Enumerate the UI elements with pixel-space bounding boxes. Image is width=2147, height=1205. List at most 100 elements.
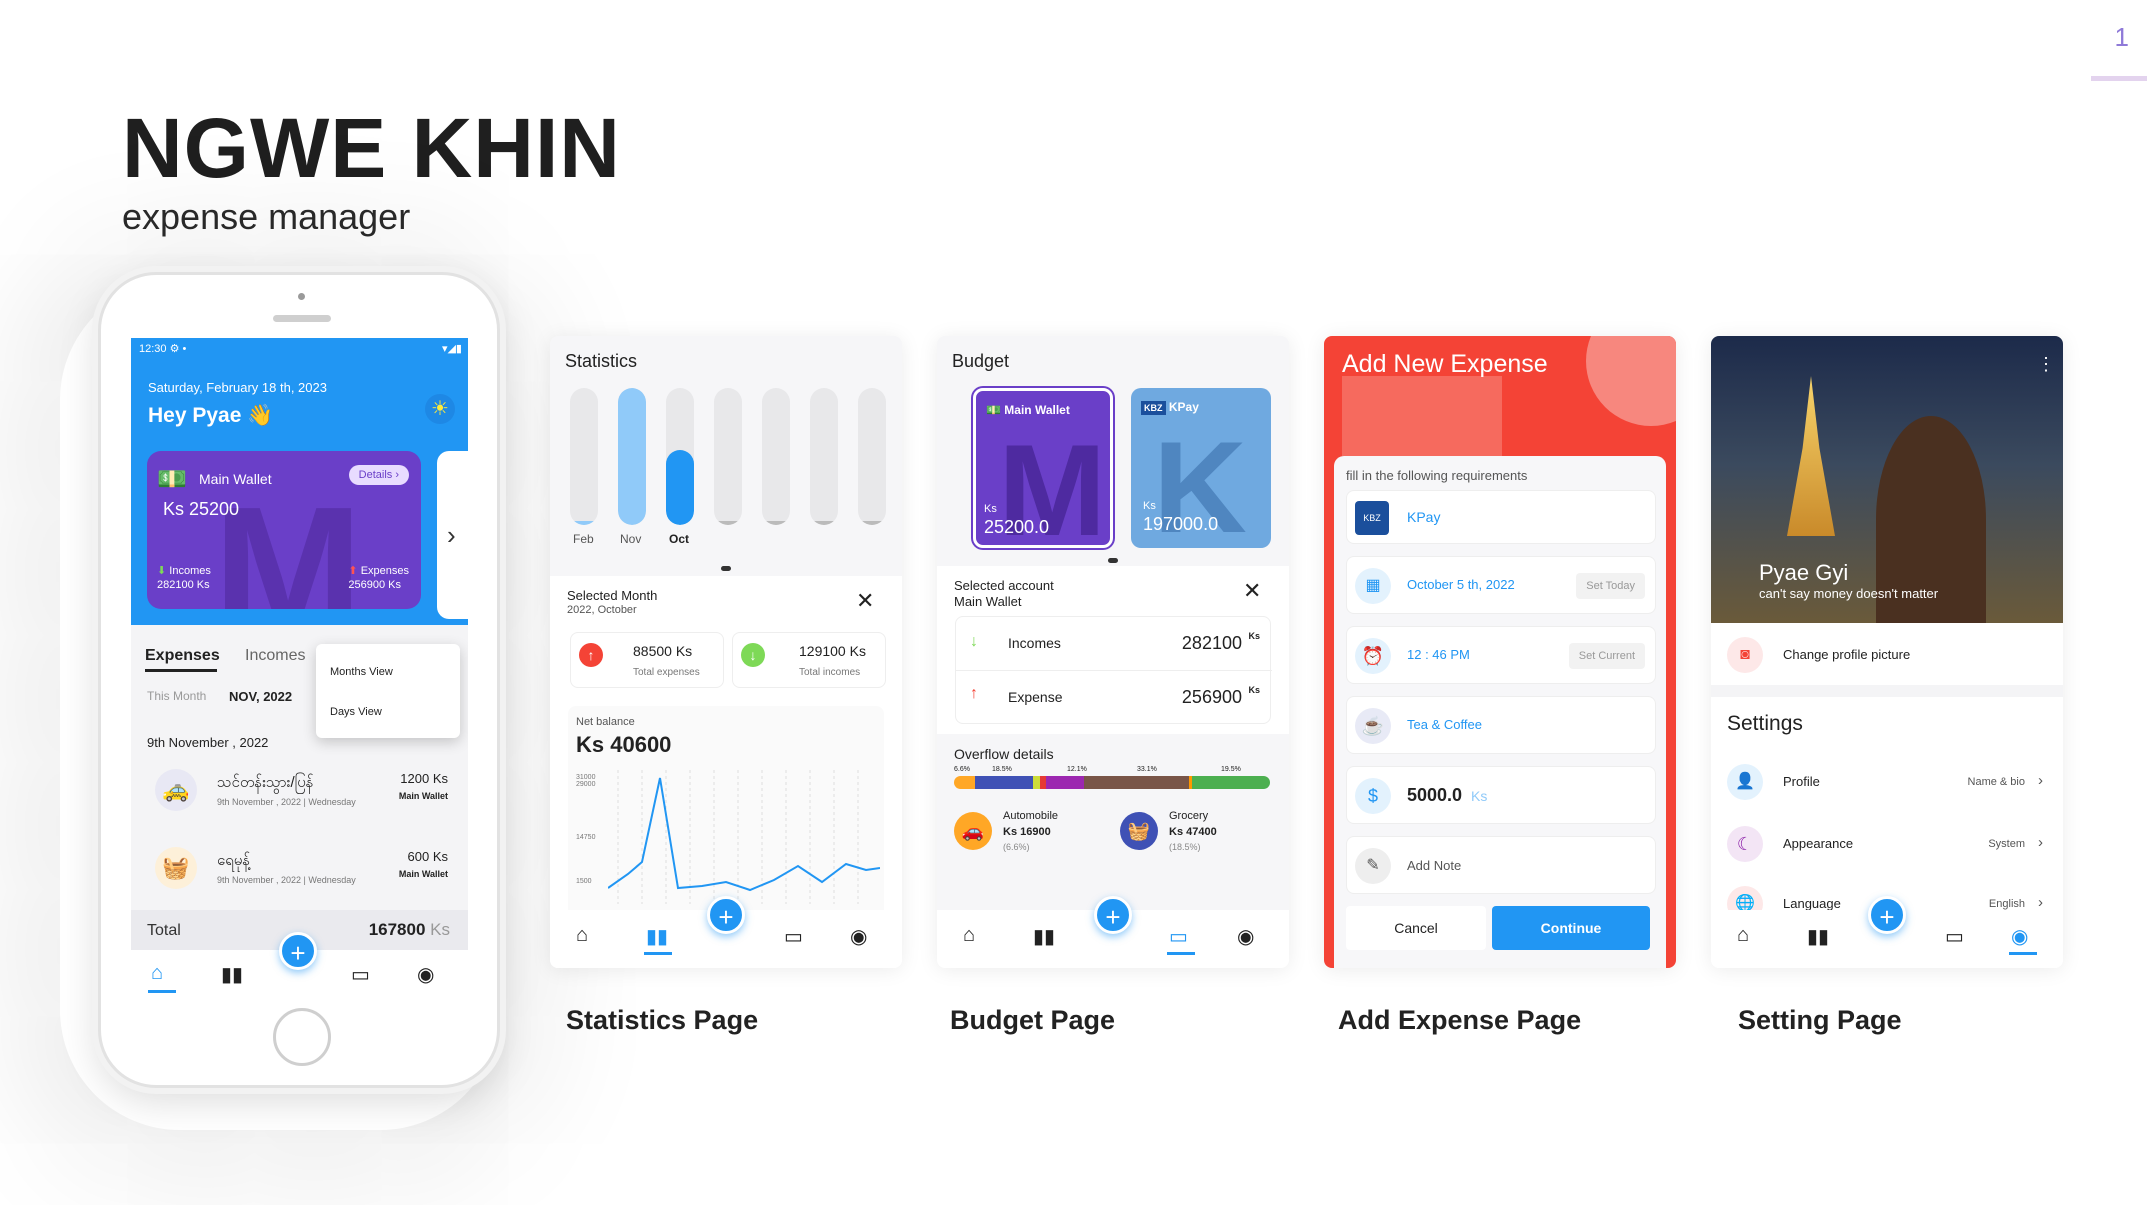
chart-bar[interactable] xyxy=(666,388,694,525)
settings-item-profile[interactable]: 👤 Profile Name & bio › xyxy=(1711,756,2063,812)
bar-fill xyxy=(714,520,742,525)
bar-label: Feb xyxy=(573,532,594,546)
cancel-button[interactable]: Cancel xyxy=(1346,906,1486,950)
avatar[interactable]: ◉ xyxy=(1237,924,1254,949)
category-value: Tea & Coffee xyxy=(1407,717,1482,732)
chart-bar[interactable] xyxy=(858,388,886,525)
chevron-right-icon: › xyxy=(2038,772,2043,789)
stats-icon[interactable]: ▮▮ xyxy=(1807,924,1829,949)
category-value: Ks 47400 xyxy=(1169,826,1217,838)
home-icon[interactable]: ⌂ xyxy=(576,924,588,947)
phone-camera xyxy=(298,293,305,300)
home-header: 12:30 ⚙ • ▾◢▮ Saturday, February 18 th, … xyxy=(131,338,468,625)
list-item[interactable]: 🧺 ရေမုန့် 9th November , 2022 | Wednesda… xyxy=(131,839,468,903)
month-selector[interactable]: NOV, 2022 xyxy=(229,689,292,704)
tab-incomes[interactable]: Incomes xyxy=(245,647,305,665)
theme-sun-icon[interactable]: ☀ xyxy=(425,394,455,424)
tab-expenses[interactable]: Expenses xyxy=(145,647,220,665)
menu-item-months[interactable]: Months View xyxy=(330,666,393,678)
add-fab-button[interactable]: + xyxy=(1868,896,1906,934)
user-quote: can't say money doesn't matter xyxy=(1759,586,1939,601)
date-value: October 5 th, 2022 xyxy=(1407,577,1515,592)
settings-item-value: System xyxy=(1988,838,2025,850)
bar-fill xyxy=(810,520,838,525)
statistics-page-card: Statistics Feb Nov Oct Selected Month 20… xyxy=(550,336,902,968)
list-item[interactable]: 🚕 သင်တန်းသွား/ပြန် 9th November , 2022 |… xyxy=(131,761,468,825)
main-wallet-card[interactable]: M 💵 Main Wallet Ks 25200.0 xyxy=(973,388,1113,548)
home-icon[interactable]: ⌂ xyxy=(963,924,975,947)
chart-bar[interactable] xyxy=(762,388,790,525)
change-picture-row[interactable]: ◙ Change profile picture xyxy=(1711,623,2063,685)
nav-selected-indicator xyxy=(644,952,672,955)
settings-item-appearance[interactable]: ☾ Appearance System › xyxy=(1711,818,2063,874)
time-field[interactable]: ⏰ 12 : 46 PM Set Current xyxy=(1346,626,1656,684)
pct-label: 33.1% xyxy=(1137,766,1157,773)
chart-bar[interactable] xyxy=(618,388,646,525)
caption-statistics: Statistics Page xyxy=(566,1005,759,1035)
bar-fill xyxy=(570,520,598,525)
arrow-down-icon: ↓ xyxy=(741,643,765,667)
wallet-icon[interactable]: ▭ xyxy=(351,962,370,987)
arrow-down-icon: ⬇ xyxy=(157,565,167,577)
tx-name: ရေမုန့် xyxy=(217,852,251,869)
day-header: 9th November , 2022 xyxy=(147,735,269,750)
close-icon[interactable]: ✕ xyxy=(1243,578,1261,604)
phone-mockup: 12:30 ⚙ • ▾◢▮ Saturday, February 18 th, … xyxy=(98,272,500,1088)
chart-bar[interactable] xyxy=(714,388,742,525)
add-fab-button[interactable]: + xyxy=(1094,896,1132,934)
menu-item-days[interactable]: Days View xyxy=(330,706,382,718)
note-field[interactable]: ✎ Add Note xyxy=(1346,836,1656,894)
transactions-panel: Expenses Incomes This Month NOV, 2022 9t… xyxy=(131,625,468,910)
profile-photo[interactable]: ⋮ Pyae Gyi can't say money doesn't matte… xyxy=(1711,336,2063,623)
change-pic-label: Change profile picture xyxy=(1783,647,1911,662)
stats-icon[interactable]: ▮▮ xyxy=(646,924,668,949)
arrow-up-icon: ⬆ xyxy=(348,565,358,577)
chart-bar[interactable] xyxy=(570,388,598,525)
continue-button[interactable]: Continue xyxy=(1492,906,1650,950)
nav-selected-indicator xyxy=(1167,952,1195,955)
date-field[interactable]: ▦ October 5 th, 2022 Set Today xyxy=(1346,556,1656,614)
this-month-label[interactable]: This Month xyxy=(147,689,206,703)
tx-name: သင်တန်းသွား/ပြန် xyxy=(217,774,314,791)
stats-icon[interactable]: ▮▮ xyxy=(1033,924,1055,949)
add-fab-button[interactable]: + xyxy=(707,896,745,934)
set-current-button[interactable]: Set Current xyxy=(1568,643,1645,669)
settings-item-label: Language xyxy=(1783,896,1841,911)
avatar[interactable]: ◉ xyxy=(850,924,867,949)
next-wallet-chevron-icon[interactable]: › xyxy=(437,451,468,619)
tab-underline xyxy=(145,669,217,672)
pct-label: 6.6% xyxy=(954,766,970,773)
home-icon[interactable]: ⌂ xyxy=(151,962,163,985)
category-field[interactable]: ☕ Tea & Coffee xyxy=(1346,696,1656,754)
y-tick: 31000 xyxy=(576,774,596,781)
selected-label: Selected Month xyxy=(567,588,658,603)
phone-home-button[interactable] xyxy=(273,1008,331,1066)
net-balance-label: Net balance xyxy=(576,716,635,728)
overflow-bar xyxy=(954,776,1270,789)
main-wallet-card[interactable]: M 💵 Main Wallet Details › Ks 25200 ⬇ Inc… xyxy=(147,451,421,609)
status-time: 12:30 ⚙ • xyxy=(139,343,187,355)
kpay-wallet-card[interactable]: K KBZ KPay Ks 197000.0 xyxy=(1131,388,1271,548)
camera-icon: ◙ xyxy=(1727,637,1763,673)
avatar[interactable]: ◉ xyxy=(2011,924,2028,949)
amount-field[interactable]: $ 5000.0 Ks xyxy=(1346,766,1656,824)
wallet-icon[interactable]: ▭ xyxy=(1945,924,1964,949)
stats-icon[interactable]: ▮▮ xyxy=(221,962,243,987)
avatar[interactable]: ◉ xyxy=(417,962,434,987)
home-icon[interactable]: ⌂ xyxy=(1737,924,1749,947)
divider xyxy=(956,670,1272,671)
more-vert-icon[interactable]: ⋮ xyxy=(2037,354,2055,375)
close-icon[interactable]: ✕ xyxy=(856,588,874,614)
set-today-button[interactable]: Set Today xyxy=(1576,573,1645,599)
add-fab-button[interactable]: + xyxy=(279,932,317,970)
settings-item-label: Appearance xyxy=(1783,836,1854,851)
wallet-icon[interactable]: ▭ xyxy=(784,924,803,949)
wallet-icon[interactable]: ▭ xyxy=(1169,924,1188,949)
chart-bar[interactable] xyxy=(810,388,838,525)
home-date: Saturday, February 18 th, 2023 xyxy=(148,380,327,395)
net-balance-value: Ks 40600 xyxy=(576,732,672,757)
wallet-field[interactable]: KBZ KPay xyxy=(1346,490,1656,544)
details-button[interactable]: Details › xyxy=(348,465,409,485)
bar-label: Nov xyxy=(620,532,642,546)
bar-fill xyxy=(618,388,646,525)
